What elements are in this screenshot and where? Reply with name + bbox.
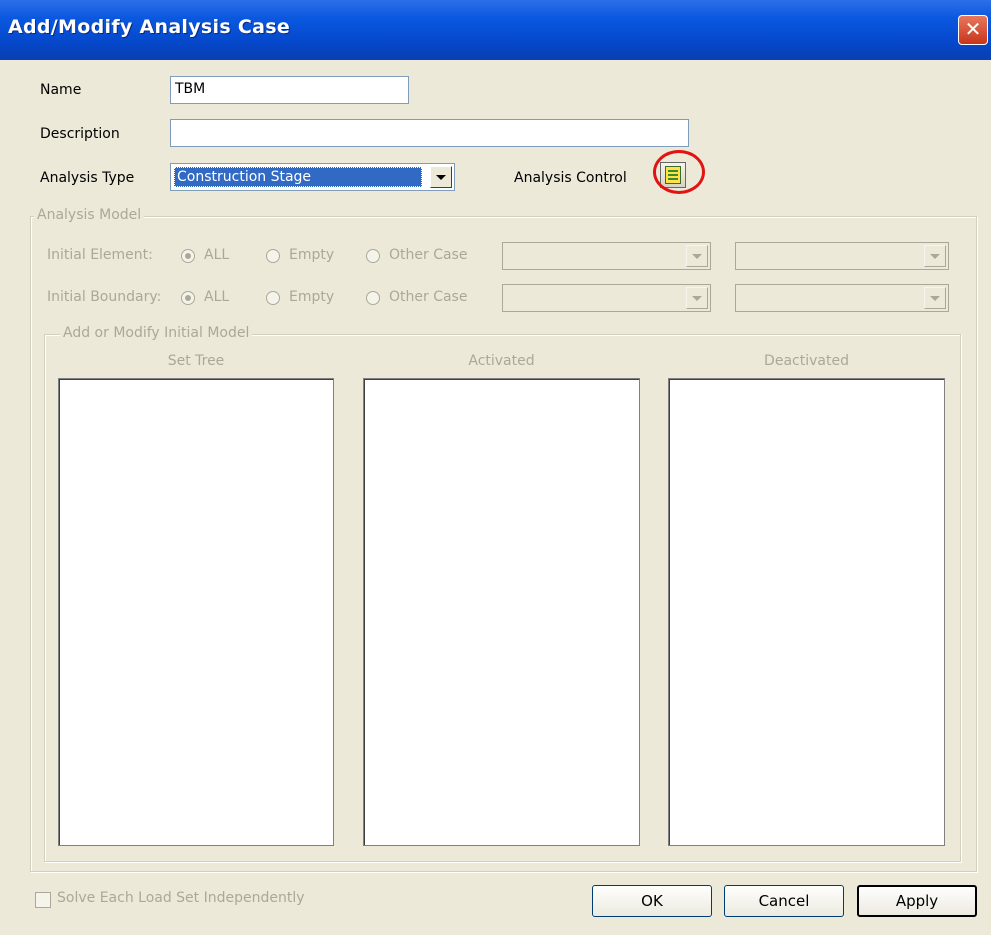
initial-element-other-case-label: Other Case bbox=[389, 247, 468, 263]
chevron-down-icon bbox=[692, 254, 702, 259]
initial-boundary-label: Initial Boundary: bbox=[47, 289, 162, 305]
name-label: Name bbox=[40, 82, 82, 98]
analysis-control-label: Analysis Control bbox=[514, 170, 627, 186]
chevron-down-icon bbox=[436, 175, 446, 180]
initial-element-stage-select[interactable] bbox=[735, 242, 949, 270]
initial-boundary-all-label: ALL bbox=[204, 289, 230, 305]
chevron-down-icon bbox=[930, 296, 940, 301]
chevron-down-icon bbox=[930, 254, 940, 259]
initial-element-radio-all[interactable] bbox=[181, 249, 195, 263]
initial-element-radio-other-case[interactable] bbox=[366, 249, 380, 263]
dialog-title: Add/Modify Analysis Case bbox=[8, 16, 291, 38]
initial-boundary-empty-label: Empty bbox=[289, 289, 335, 305]
initial-boundary-stage-select[interactable] bbox=[735, 284, 949, 312]
analysis-control-button[interactable] bbox=[660, 162, 686, 188]
deactivated-list[interactable] bbox=[668, 378, 945, 846]
description-input[interactable] bbox=[170, 119, 689, 147]
table-sheet-icon bbox=[665, 166, 681, 184]
set-tree-header: Set Tree bbox=[167, 353, 225, 369]
initial-boundary-radio-other-case[interactable] bbox=[366, 291, 380, 305]
add-modify-analysis-case-dialog: Add/Modify Analysis Case ✕ Name TBM Desc… bbox=[0, 0, 991, 935]
analysis-type-select[interactable]: Construction Stage bbox=[170, 163, 455, 191]
initial-boundary-case-dropdown-button[interactable] bbox=[686, 287, 708, 309]
cancel-button[interactable]: Cancel bbox=[724, 885, 844, 917]
initial-element-case-dropdown-button[interactable] bbox=[686, 245, 708, 267]
solve-independently-checkbox[interactable] bbox=[35, 892, 51, 908]
initial-element-radio-empty[interactable] bbox=[266, 249, 280, 263]
initial-element-stage-dropdown-button[interactable] bbox=[924, 245, 946, 267]
title-bar[interactable]: Add/Modify Analysis Case ✕ bbox=[0, 0, 991, 60]
initial-boundary-radio-all[interactable] bbox=[181, 291, 195, 305]
chevron-down-icon bbox=[692, 296, 702, 301]
initial-boundary-stage-dropdown-button[interactable] bbox=[924, 287, 946, 309]
initial-boundary-case-select[interactable] bbox=[502, 284, 711, 312]
analysis-model-group-title: Analysis Model bbox=[34, 207, 145, 223]
description-label: Description bbox=[40, 126, 120, 142]
initial-element-case-select[interactable] bbox=[502, 242, 711, 270]
close-icon: ✕ bbox=[964, 17, 982, 41]
activated-list[interactable] bbox=[363, 378, 640, 846]
analysis-type-label: Analysis Type bbox=[40, 170, 135, 186]
set-tree-list[interactable] bbox=[58, 378, 334, 846]
initial-element-all-label: ALL bbox=[204, 247, 230, 263]
analysis-type-dropdown-button[interactable] bbox=[430, 166, 452, 188]
activated-header: Activated bbox=[468, 353, 535, 369]
solve-independently-label: Solve Each Load Set Independently bbox=[57, 890, 305, 906]
apply-button[interactable]: Apply bbox=[857, 885, 977, 917]
initial-element-empty-label: Empty bbox=[289, 247, 335, 263]
analysis-type-selected-value: Construction Stage bbox=[174, 167, 422, 187]
ok-button[interactable]: OK bbox=[592, 885, 712, 917]
initial-element-label: Initial Element: bbox=[47, 247, 153, 263]
initial-model-group-title: Add or Modify Initial Model bbox=[60, 325, 253, 341]
close-button[interactable]: ✕ bbox=[958, 15, 988, 45]
name-input[interactable]: TBM bbox=[170, 76, 409, 104]
initial-boundary-other-case-label: Other Case bbox=[389, 289, 468, 305]
deactivated-header: Deactivated bbox=[764, 353, 849, 369]
initial-boundary-radio-empty[interactable] bbox=[266, 291, 280, 305]
